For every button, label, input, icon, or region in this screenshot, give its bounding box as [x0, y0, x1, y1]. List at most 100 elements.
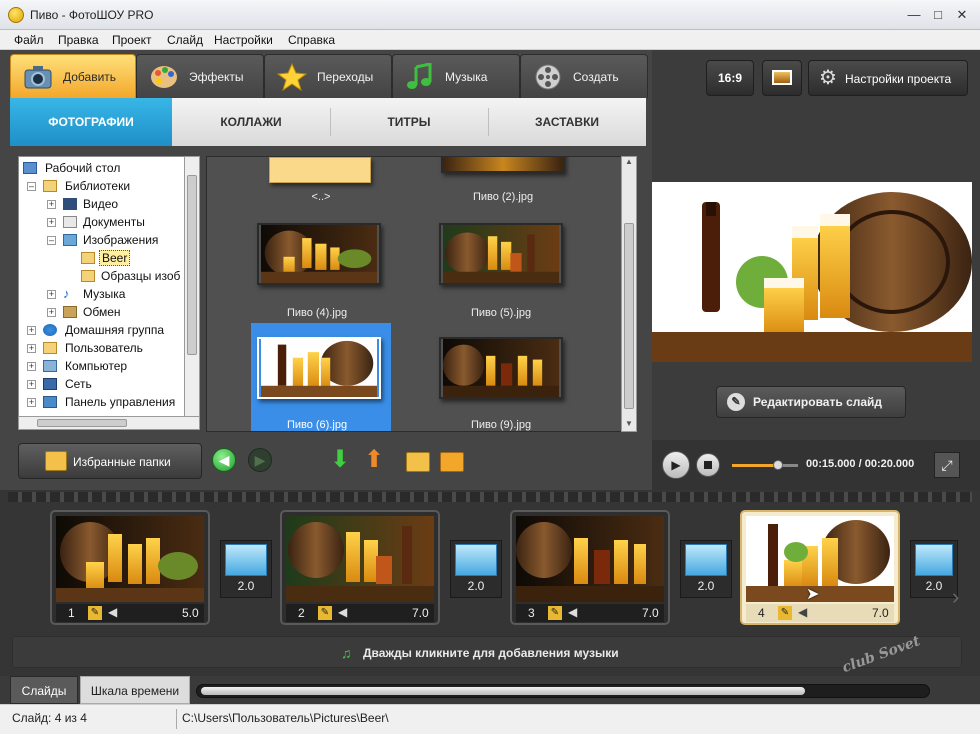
- subtab-photos[interactable]: ФОТОГРАФИИ: [10, 98, 172, 146]
- tab-create[interactable]: Создать: [520, 54, 648, 98]
- volume-slider-knob[interactable]: [773, 460, 784, 470]
- tree-item-computer[interactable]: + Компьютер: [27, 357, 127, 375]
- scroll-down-icon[interactable]: ▼: [624, 419, 634, 428]
- menu-project[interactable]: Проект: [112, 33, 152, 47]
- file-thumbnail[interactable]: [439, 337, 563, 399]
- scroll-right-icon[interactable]: ›: [952, 584, 959, 610]
- maximize-icon[interactable]: □: [928, 6, 948, 24]
- back-arrow-icon[interactable]: ◀: [212, 448, 236, 472]
- tab-music[interactable]: Музыка: [392, 54, 520, 98]
- image-icon: [772, 70, 792, 85]
- speaker-icon[interactable]: ◀: [338, 605, 347, 619]
- file-thumbnail-selected[interactable]: [257, 337, 381, 399]
- tree-item-control-panel[interactable]: + Панель управления: [27, 393, 175, 411]
- stop-icon[interactable]: [696, 453, 720, 477]
- edit-slide-button[interactable]: ✎ Редактировать слайд: [716, 386, 906, 418]
- file-thumbnail[interactable]: [441, 157, 565, 173]
- minimize-icon[interactable]: —: [904, 6, 924, 24]
- tree-item-samples[interactable]: Образцы изоб: [81, 267, 180, 285]
- tree-item-network[interactable]: + Сеть: [27, 375, 92, 393]
- slide-thumbnail[interactable]: 2 ✎ ◀ 7.0: [280, 510, 440, 625]
- file-thumbnail[interactable]: [439, 223, 563, 285]
- tree-item-documents[interactable]: + Документы: [47, 213, 145, 231]
- transition-thumbnail[interactable]: 2.0: [220, 540, 272, 598]
- expand-icon[interactable]: +: [47, 290, 56, 299]
- tree-item-desktop[interactable]: Рабочий стол: [23, 159, 120, 177]
- expand-icon[interactable]: +: [47, 200, 56, 209]
- transition-thumbnail[interactable]: 2.0: [450, 540, 502, 598]
- tree-item-share[interactable]: + Обмен: [47, 303, 121, 321]
- file-thumbnail[interactable]: [257, 223, 381, 285]
- expand-icon[interactable]: +: [47, 218, 56, 227]
- speaker-icon[interactable]: ◀: [108, 605, 117, 619]
- tab-slides[interactable]: Слайды: [10, 676, 78, 704]
- pencil-icon[interactable]: ✎: [318, 606, 332, 620]
- scroll-thumb[interactable]: [201, 687, 805, 695]
- menu-file[interactable]: Файл: [14, 33, 44, 47]
- menu-help[interactable]: Справка: [288, 33, 335, 47]
- documents-icon: [63, 216, 77, 228]
- favorites-button[interactable]: Избранные папки: [18, 443, 202, 479]
- add-folder-icon[interactable]: [406, 452, 430, 472]
- project-settings-button[interactable]: ⚙ Настройки проекта: [808, 60, 968, 96]
- tab-effects[interactable]: Эффекты: [136, 54, 264, 98]
- slide-thumbnail-selected[interactable]: 4 ✎ ◀ 7.0 ➤: [740, 510, 900, 625]
- menu-edit[interactable]: Правка: [58, 33, 99, 47]
- subtab-titles[interactable]: ТИТРЫ: [330, 98, 488, 146]
- scroll-thumb[interactable]: [37, 419, 127, 427]
- subtab-collages[interactable]: КОЛЛАЖИ: [172, 98, 330, 146]
- tree-item-user[interactable]: + Пользователь: [27, 339, 143, 357]
- fullscreen-icon[interactable]: ⤢: [934, 452, 960, 478]
- down-arrow-icon[interactable]: ⬇: [330, 448, 354, 474]
- pencil-icon[interactable]: ✎: [548, 606, 562, 620]
- parent-folder-icon[interactable]: [269, 157, 371, 183]
- speaker-icon[interactable]: ◀: [798, 605, 807, 619]
- play-icon[interactable]: ▶: [662, 451, 690, 479]
- menu-settings[interactable]: Настройки: [214, 33, 273, 47]
- expand-icon[interactable]: +: [27, 380, 36, 389]
- scroll-thumb[interactable]: [624, 223, 634, 409]
- volume-track[interactable]: [732, 464, 798, 467]
- expand-icon[interactable]: +: [27, 344, 36, 353]
- pencil-icon[interactable]: ✎: [778, 606, 792, 620]
- scroll-thumb[interactable]: [187, 175, 197, 355]
- tree-vertical-scrollbar[interactable]: [184, 156, 200, 418]
- music-track[interactable]: ♫ Дважды кликните для добавления музыки: [12, 636, 962, 668]
- transition-thumbnail[interactable]: 2.0: [910, 540, 958, 598]
- speaker-icon[interactable]: ◀: [568, 605, 577, 619]
- close-icon[interactable]: ✕: [952, 6, 972, 24]
- tree-item-pictures[interactable]: – Изображения: [47, 231, 158, 249]
- transition-thumbnail[interactable]: 2.0: [680, 540, 732, 598]
- music-note-icon: ♫: [341, 645, 352, 661]
- up-arrow-icon[interactable]: ⬆: [364, 448, 388, 474]
- menu-slide[interactable]: Слайд: [167, 33, 203, 47]
- tree-item-homegroup[interactable]: + Домашняя группа: [27, 321, 164, 339]
- film-reel-icon: [535, 64, 561, 90]
- tab-transitions[interactable]: Переходы: [264, 54, 392, 98]
- collapse-icon[interactable]: –: [47, 236, 56, 245]
- tree-horizontal-scrollbar[interactable]: [18, 416, 200, 430]
- tree-item-video[interactable]: + Видео: [47, 195, 118, 213]
- tab-add[interactable]: Добавить: [10, 54, 136, 98]
- tree-item-music[interactable]: + ♪ Музыка: [47, 285, 125, 303]
- expand-icon[interactable]: +: [27, 326, 36, 335]
- background-button[interactable]: [762, 60, 802, 96]
- scroll-up-icon[interactable]: ▲: [624, 157, 634, 166]
- slide-thumbnail[interactable]: 3 ✎ ◀ 7.0: [510, 510, 670, 625]
- collapse-icon[interactable]: –: [27, 182, 36, 191]
- pencil-icon[interactable]: ✎: [88, 606, 102, 620]
- tab-timeline[interactable]: Шкала времени: [80, 676, 190, 704]
- subtab-intros[interactable]: ЗАСТАВКИ: [488, 98, 646, 146]
- add-all-icon[interactable]: [440, 452, 464, 472]
- expand-icon[interactable]: +: [27, 362, 36, 371]
- expand-icon[interactable]: +: [27, 398, 36, 407]
- tree-item-libraries[interactable]: – Библиотеки: [27, 177, 130, 195]
- slide-thumbnail[interactable]: 1 ✎ ◀ 5.0: [50, 510, 210, 625]
- tree-item-beer[interactable]: Beer: [81, 249, 131, 267]
- timeline-scrollbar[interactable]: [196, 684, 930, 698]
- expand-icon[interactable]: +: [47, 308, 56, 317]
- forward-arrow-icon[interactable]: ▶: [248, 448, 272, 472]
- user-icon: [43, 342, 57, 354]
- aspect-ratio-button[interactable]: 16:9: [706, 60, 754, 96]
- grid-vertical-scrollbar[interactable]: ▲ ▼: [621, 156, 637, 432]
